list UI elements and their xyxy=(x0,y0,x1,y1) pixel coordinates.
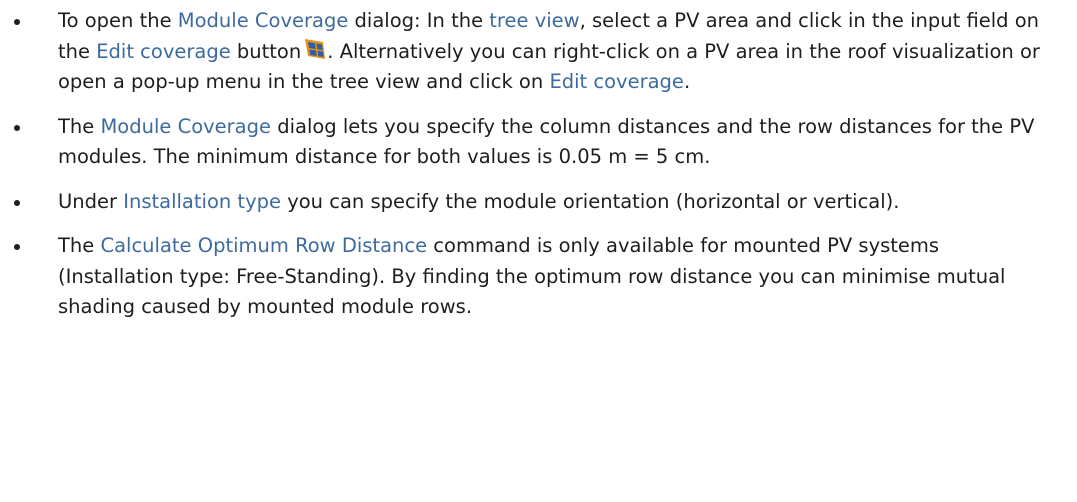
help-link[interactable]: Module Coverage xyxy=(178,9,349,32)
bullet-dot xyxy=(14,244,20,250)
bullet-item: Under Installation type you can specify … xyxy=(0,187,1077,218)
bullet-text: you can specify the module orientation (… xyxy=(281,189,900,213)
bullet-text: Under xyxy=(58,189,124,213)
bullet-dot xyxy=(14,199,20,206)
bullet-text: . xyxy=(683,70,691,93)
bullet-item: The Module Coverage dialog lets you spec… xyxy=(0,112,1077,173)
bullet-dot xyxy=(14,124,20,131)
bullet-text: The xyxy=(58,234,101,257)
bullet-text: To open the xyxy=(58,9,178,32)
help-link[interactable]: Edit coverage xyxy=(96,40,231,63)
bullet-text: button xyxy=(230,39,302,63)
help-content: To open the Module Coverage dialog: In t… xyxy=(0,0,1077,323)
help-link[interactable]: Edit coverage xyxy=(549,70,684,93)
bullet-list: To open the Module Coverage dialog: In t… xyxy=(0,6,1077,323)
bullet-dot xyxy=(14,19,20,25)
bullet-item: The Calculate Optimum Row Distance comma… xyxy=(0,231,1077,323)
bullet-item: To open the Module Coverage dialog: In t… xyxy=(0,6,1077,98)
help-link[interactable]: Calculate Optimum Row Distance xyxy=(100,234,427,257)
help-link[interactable]: tree view xyxy=(489,9,579,32)
bullet-text: The xyxy=(58,114,101,138)
solar-panel-icon[interactable] xyxy=(303,37,327,61)
help-link[interactable]: Installation type xyxy=(123,190,281,213)
help-link[interactable]: Module Coverage xyxy=(100,115,271,138)
bullet-text: dialog: In the xyxy=(348,9,490,32)
